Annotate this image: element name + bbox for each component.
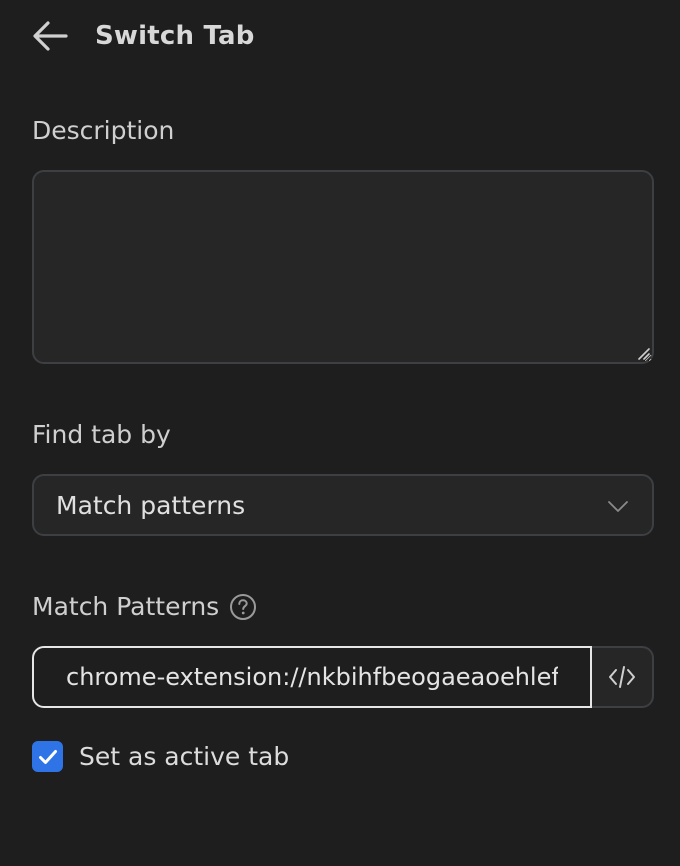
checkmark-icon (38, 749, 57, 764)
match-patterns-input[interactable] (32, 646, 592, 708)
find-tab-by-value: Match patterns (56, 490, 246, 520)
resize-handle-icon[interactable] (636, 346, 650, 360)
match-patterns-label: Match Patterns (32, 592, 220, 621)
back-button[interactable] (32, 14, 76, 58)
chevron-down-icon (608, 501, 628, 512)
description-label: Description (32, 116, 175, 145)
match-patterns-label-row: Match Patterns (32, 592, 257, 621)
find-tab-by-select[interactable]: Match patterns (32, 474, 654, 536)
header: Switch Tab (32, 0, 255, 72)
arrow-left-icon (33, 21, 68, 51)
find-tab-by-label: Find tab by (32, 420, 171, 449)
match-patterns-input-group (32, 646, 654, 708)
active-tab-label: Set as active tab (79, 742, 290, 771)
description-field[interactable] (32, 170, 654, 364)
code-brackets-icon (609, 666, 635, 688)
question-circle-icon[interactable] (229, 593, 257, 621)
code-editor-button[interactable] (592, 646, 654, 708)
active-tab-checkbox-row[interactable]: Set as active tab (32, 741, 289, 772)
active-tab-checkbox[interactable] (32, 741, 63, 772)
page-title: Switch Tab (95, 21, 255, 51)
switch-tab-panel: Switch Tab Description Find tab by Match… (0, 0, 680, 866)
